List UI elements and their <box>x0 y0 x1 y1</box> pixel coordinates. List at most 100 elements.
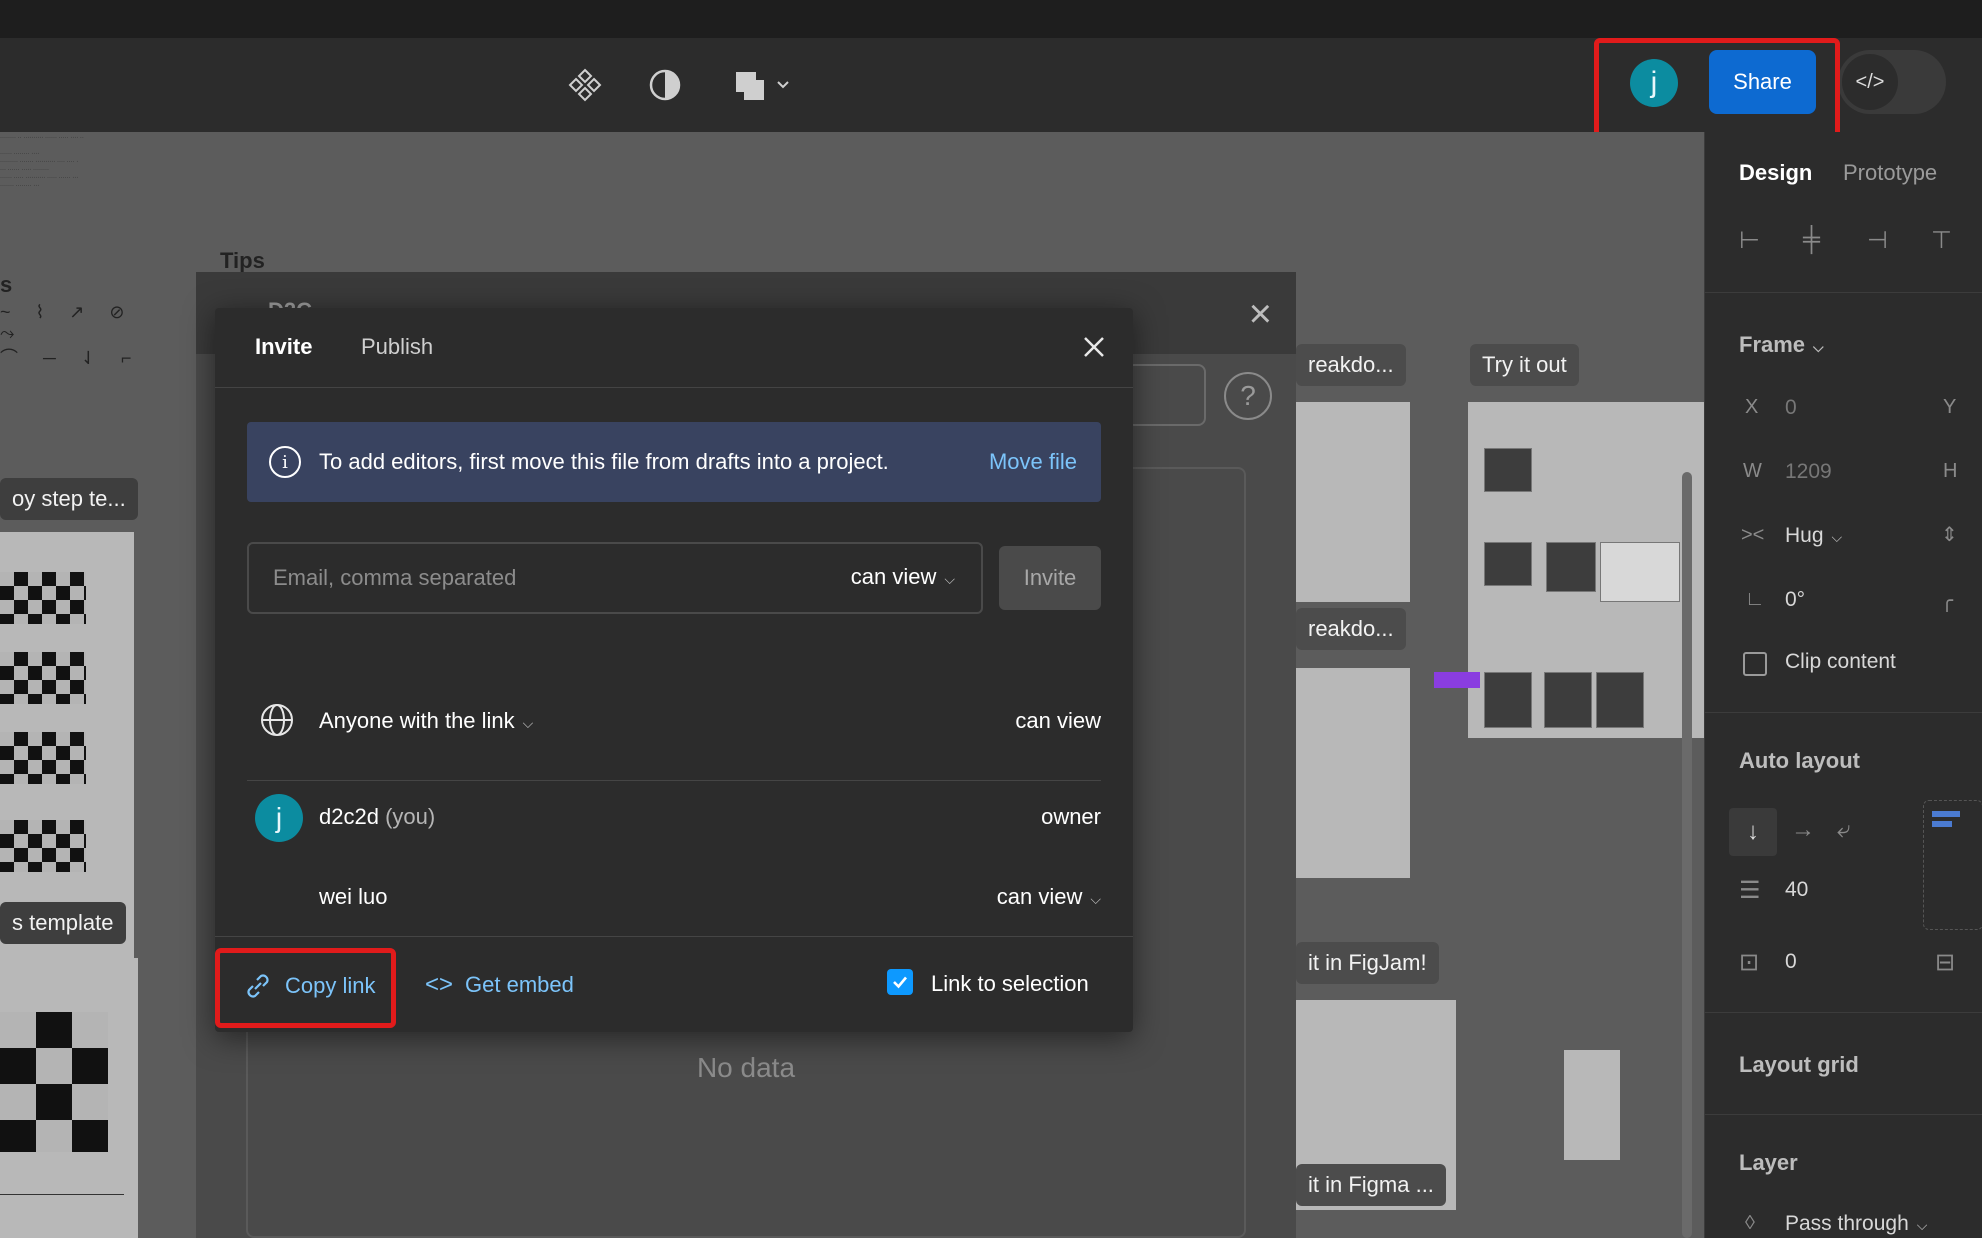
divider <box>1705 1114 1982 1115</box>
connector-tools-row: ~ ⌇ ↗ ⊘ ⤳ ⌒ ─ ⇃ ⌐ <box>0 302 142 368</box>
checker-pattern <box>0 732 86 784</box>
tab-design[interactable]: Design <box>1739 160 1812 186</box>
chevron-down-icon: ⌵ <box>1813 339 1824 355</box>
clip-content-label: Clip content <box>1785 650 1896 673</box>
member-role-select[interactable]: can view ⌵ <box>997 884 1101 910</box>
layer-title: Layer <box>1739 1150 1798 1175</box>
tab-publish[interactable]: Publish <box>361 334 433 360</box>
resize-label: Hug <box>1785 524 1824 547</box>
member-row: j d2c2d (you) owner <box>247 788 1101 848</box>
member-you-tag: (you) <box>385 804 436 829</box>
boolean-ops-icon[interactable] <box>728 58 798 112</box>
move-file-link[interactable]: Move file <box>989 449 1077 475</box>
plugin-close-icon[interactable]: × <box>1249 294 1272 334</box>
breakdown-frame-2 <box>1296 668 1410 878</box>
resize-select[interactable]: Hug ⌵ <box>1785 524 1842 548</box>
vertical-resize-icon: ⇕ <box>1941 524 1958 546</box>
corner-radius-icon: ╭ <box>1941 590 1954 612</box>
horizontal-resize-icon: >< <box>1741 524 1765 546</box>
frame-label-breakdown[interactable]: reakdo... <box>1296 344 1406 386</box>
canvas-text-block: ········ ·· ·········· ······ ····· ····… <box>0 135 84 189</box>
share-tabs: Invite Publish <box>215 308 1133 388</box>
member-name-text: d2c2d <box>319 804 379 829</box>
align-left-icon[interactable]: ⊢ <box>1739 226 1760 255</box>
copy-link-highlight-box <box>215 948 396 1028</box>
alignment-box[interactable] <box>1923 800 1982 930</box>
contrast-icon[interactable] <box>638 58 692 112</box>
arrow-right-icon[interactable]: → <box>1791 816 1815 844</box>
link-to-selection-checkbox[interactable] <box>887 969 913 995</box>
globe-icon <box>259 702 295 738</box>
code-icon: </> <box>1842 54 1898 110</box>
link-access-permission[interactable]: can view <box>1015 708 1101 734</box>
padding-vertical-icon[interactable]: ⊟ <box>1935 948 1955 977</box>
divider <box>1705 712 1982 713</box>
gap-input[interactable]: 40 <box>1785 878 1808 902</box>
components-icon[interactable] <box>558 58 612 112</box>
screenshot-thumbnail <box>1546 542 1596 592</box>
link-access-select[interactable]: Anyone with the link ⌵ <box>319 708 533 734</box>
clip-content-checkbox[interactable] <box>1743 652 1767 676</box>
padding-icon: ⊡ <box>1739 949 1760 976</box>
align-right-icon[interactable]: ⊣ <box>1867 226 1888 255</box>
get-embed-label: Get embed <box>465 972 574 997</box>
frame-label-step[interactable]: oy step te... <box>0 478 138 520</box>
rotation-icon: ∟ <box>1745 588 1765 610</box>
member-role-label: can view <box>996 884 1083 909</box>
canvas-scrollbar[interactable] <box>1682 472 1692 1238</box>
get-embed-button[interactable]: <> Get embed <box>425 971 574 999</box>
embed-code-icon: <> <box>425 971 454 998</box>
rotation-input[interactable]: 0° <box>1785 588 1805 612</box>
checker-pattern <box>0 652 86 704</box>
link-to-selection-label[interactable]: Link to selection <box>931 971 1089 997</box>
padding-input[interactable]: 0 <box>1785 950 1797 974</box>
divider-line <box>0 1194 124 1195</box>
frame-label-try-it-out[interactable]: Try it out <box>1470 344 1579 386</box>
chevron-down-icon: ⌵ <box>1090 891 1101 907</box>
dev-mode-toggle[interactable]: </> <box>1838 50 1946 114</box>
info-icon: i <box>269 446 301 478</box>
w-input[interactable]: 1209 <box>1785 460 1832 484</box>
tab-prototype[interactable]: Prototype <box>1843 160 1937 186</box>
avatar: j <box>255 794 303 842</box>
section-glyph: s <box>0 272 13 297</box>
x-input[interactable]: 0 <box>1785 396 1797 420</box>
share-modal: Invite Publish i To add editors, first m… <box>215 308 1133 1032</box>
arrow-down-icon[interactable]: ↓ <box>1729 808 1777 856</box>
divider <box>1705 292 1982 293</box>
window-title-bar <box>0 0 1982 38</box>
plugin-select[interactable] <box>1126 364 1206 426</box>
divider <box>1705 1012 1982 1013</box>
properties-panel: Design Prototype ⊢ ╪ ⊣ ⊤ Frame ⌵ X 0 Y W … <box>1704 132 1982 1238</box>
widget-thumbnail <box>1564 1050 1620 1160</box>
close-icon[interactable] <box>1077 330 1111 364</box>
tab-invite[interactable]: Invite <box>255 334 312 360</box>
w-label: W <box>1743 460 1762 482</box>
frame-label-figjam[interactable]: it in FigJam! <box>1296 942 1439 984</box>
screenshot-thumbnail <box>1484 448 1532 492</box>
member-name: wei luo <box>319 884 388 909</box>
frame-label-template[interactable]: s template <box>0 902 126 944</box>
layout-grid-title: Layout grid <box>1739 1052 1859 1077</box>
drop-icon: ◊ <box>1745 1212 1755 1234</box>
invite-button[interactable]: Invite <box>999 546 1101 610</box>
align-center-icon[interactable]: ╪ <box>1803 226 1820 254</box>
checker-pattern <box>0 572 86 624</box>
blend-mode-select[interactable]: Pass through ⌵ <box>1785 1212 1927 1236</box>
wrap-icon[interactable]: ⤶ <box>1837 816 1850 844</box>
screenshot-thumbnail <box>1544 672 1592 728</box>
no-data-text: No data <box>696 1052 796 1083</box>
screenshot-thumbnail <box>1484 542 1532 586</box>
frame-label-figma[interactable]: it in Figma ... <box>1296 1164 1446 1206</box>
screenshot-thumbnail <box>1596 672 1644 728</box>
tips-label: Tips <box>220 248 265 273</box>
invite-permission-select[interactable]: can view ⌵ <box>851 564 955 590</box>
chevron-down-icon: ⌵ <box>522 715 534 731</box>
align-top-icon[interactable]: ⊤ <box>1931 226 1952 255</box>
frame-label-breakdown-2[interactable]: reakdo... <box>1296 608 1406 650</box>
chevron-down-icon: ⌵ <box>1916 1217 1928 1233</box>
chevron-down-icon: ⌵ <box>944 571 955 587</box>
help-icon[interactable]: ? <box>1224 372 1272 420</box>
email-input[interactable] <box>249 544 789 612</box>
frame-section-title[interactable]: Frame ⌵ <box>1739 332 1824 358</box>
